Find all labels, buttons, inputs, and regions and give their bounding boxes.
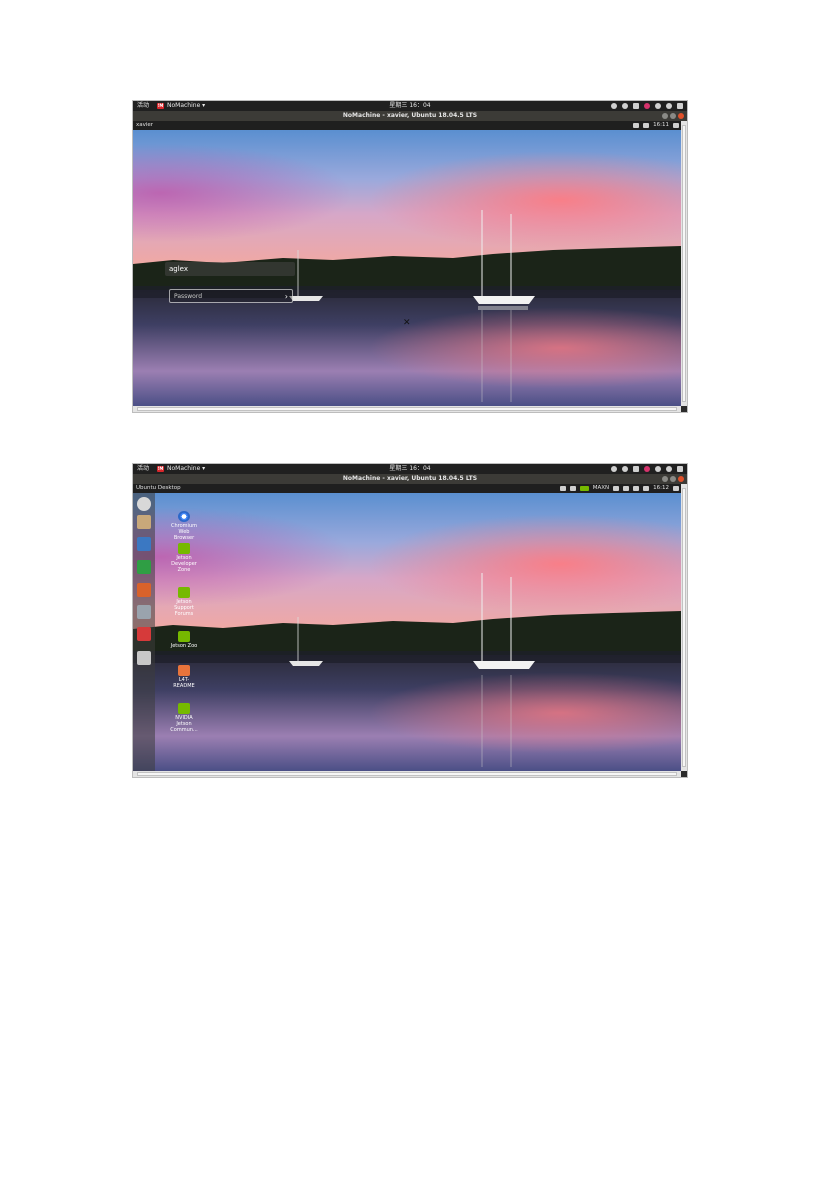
volume-icon[interactable] [643,123,650,128]
unity-launcher [133,493,155,771]
nomachine-window-login: 活动 !M NoMachine ▾ 星期三 16：04 NoMachine - … [133,101,687,412]
desktop-icon-l4t-readme[interactable]: L4T-README [169,665,199,689]
system-tray [611,464,683,474]
username-field[interactable]: aglex [165,262,295,276]
messenger-icon[interactable] [644,103,650,109]
ubuntu-dash-icon[interactable] [137,497,151,511]
keyboard-icon[interactable] [633,466,639,472]
gnome-top-bar: 活动 !M NoMachine ▾ 星期三 16：04 [133,101,687,111]
horizontal-scrollbar[interactable] [133,771,681,777]
window-controls [662,113,684,119]
window-title-bar: NoMachine - xavier, Ubuntu 18.04.5 LTS [133,111,687,121]
maximize-button[interactable] [670,113,676,119]
window-title-bar: NoMachine - xavier, Ubuntu 18.04.5 LTS [133,474,687,484]
writer-icon[interactable] [137,537,151,551]
volume-icon[interactable] [666,466,672,472]
wallpaper: aglex Password › ✕ [133,130,681,406]
maximize-button[interactable] [670,476,676,482]
password-input[interactable]: Password › [169,289,293,303]
impress-icon[interactable] [137,583,151,597]
nvidia-icon [178,543,190,554]
minimize-button[interactable] [662,476,668,482]
nvidia-icon [178,587,190,598]
login-submit-arrow-icon[interactable]: › [285,290,288,304]
panel-indicators: MAXN 16:12 [559,484,679,493]
mail-icon[interactable] [633,486,640,491]
nvidia-icon[interactable] [579,486,589,491]
desktop-icon-jetson-developer-zone[interactable]: Jetson Developer Zone [169,543,199,573]
ubuntu-top-panel: xavier 16:11 [133,121,681,130]
power-icon[interactable] [677,103,683,109]
vertical-scrollbar[interactable] [681,484,687,771]
keyboard-layout-icon[interactable] [623,486,630,491]
clock[interactable]: 星期三 16：04 [133,101,687,111]
panel-time[interactable]: 16:12 [653,484,669,493]
volume-icon[interactable] [643,486,650,491]
window-title: NoMachine - xavier, Ubuntu 18.04.5 LTS [342,475,478,482]
vertical-scrollbar[interactable] [681,121,687,406]
desktop-icon-label: Jetson Support Forums [174,599,194,617]
calc-icon[interactable] [137,560,151,574]
panel-indicators: 16:11 [633,121,679,130]
minimize-button[interactable] [662,113,668,119]
power-mode[interactable]: MAXN [593,484,609,493]
gnome-top-bar: 活动 !M NoMachine ▾ 星期三 16：04 [133,464,687,474]
desktop-icon-jetson-zoo[interactable]: Jetson Zoo [169,631,199,649]
settings-icon[interactable] [137,605,151,619]
software-icon[interactable] [137,627,151,641]
chrome-tray-icon[interactable] [622,103,628,109]
chrome-tray-icon[interactable] [622,466,628,472]
mouse-cursor-icon: ✕ [403,318,411,328]
info-icon[interactable] [611,103,617,109]
keyboard-layout-icon[interactable] [633,123,640,128]
desktop-icon-label: L4T-README [173,677,195,689]
window-title: NoMachine - xavier, Ubuntu 18.04.5 LTS [342,112,478,119]
clock[interactable]: 星期三 16：04 [133,464,687,474]
horizontal-scrollbar[interactable] [133,406,681,412]
folder-icon [178,665,190,676]
close-button[interactable] [678,113,684,119]
ubuntu-top-panel: Ubuntu Desktop MAXN 16:12 [133,484,681,493]
host-name: xavier [136,122,154,128]
window-controls [662,476,684,482]
messenger-icon[interactable] [644,466,650,472]
monitor-icon[interactable] [569,486,576,491]
nvidia-icon [178,631,190,642]
close-button[interactable] [678,476,684,482]
network-arrows-icon[interactable] [613,486,620,491]
desktop-icon-chromium[interactable]: Chromium Web Browser [169,511,199,541]
volume-icon[interactable] [666,103,672,109]
desktop-icon-nvidia-jetson-community[interactable]: NVIDIA Jetson Commun... [169,703,199,733]
panel-time[interactable]: 16:11 [653,121,669,130]
keyboard-icon[interactable] [633,103,639,109]
desktop-icon-label: Jetson Zoo [170,643,198,649]
lake-sunset-image [133,493,681,771]
settings-gear-icon[interactable] [673,486,679,491]
network-icon[interactable] [655,103,661,109]
info-icon[interactable] [611,466,617,472]
desktop-icon-label: Jetson Developer Zone [171,555,197,573]
settings-gear-icon[interactable] [673,123,679,128]
power-icon[interactable] [677,466,683,472]
chromium-icon [178,511,190,522]
desktop-icon-jetson-support-forums[interactable]: Jetson Support Forums [169,587,199,617]
files-icon[interactable] [137,515,151,529]
desktop-name: Ubuntu Desktop [136,485,181,491]
network-icon[interactable] [655,466,661,472]
wallpaper: Chromium Web Browser Jetson Developer Zo… [133,493,681,771]
desktop-icon-label: Chromium Web Browser [171,523,197,541]
drive-icon[interactable] [137,651,151,665]
files-indicator-icon[interactable] [559,486,566,491]
password-placeholder: Password [174,293,203,300]
system-tray [611,101,683,111]
nomachine-window-desktop: 活动 !M NoMachine ▾ 星期三 16：04 NoMachine - … [133,464,687,777]
nvidia-icon [178,703,190,714]
desktop-icon-label: NVIDIA Jetson Commun... [170,715,198,733]
